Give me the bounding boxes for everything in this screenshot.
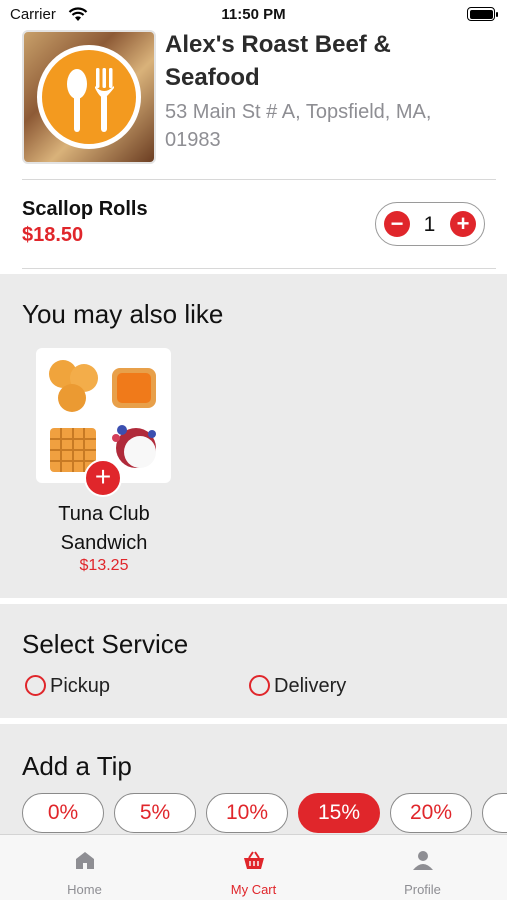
delivery-radio[interactable]: Delivery	[249, 675, 346, 698]
radio-circle-icon	[25, 675, 46, 696]
restaurant-logo	[22, 30, 156, 164]
tip-option-20[interactable]: 20%	[390, 793, 472, 833]
pickup-radio[interactable]: Pickup	[25, 675, 110, 698]
tip-option-5[interactable]: 5%	[114, 793, 196, 833]
cart-item-name: Scallop Rolls	[22, 198, 148, 220]
service-title: Select Service	[22, 629, 189, 659]
tip-option-more[interactable]	[482, 793, 507, 833]
quantity-stepper: − 1 +	[375, 202, 485, 246]
status-bar: Carrier 11:50 PM	[0, 0, 507, 30]
suggestions-title: You may also like	[22, 299, 224, 329]
service-section	[0, 604, 507, 718]
delivery-label: Delivery	[274, 675, 347, 697]
tip-option-15[interactable]: 15%	[298, 793, 380, 833]
tab-my-cart[interactable]: My Cart	[169, 835, 338, 900]
battery-icon	[467, 7, 498, 21]
tab-profile-label: Profile	[404, 882, 441, 897]
clock: 11:50 PM	[221, 6, 286, 23]
add-suggestion-button[interactable]: +	[84, 459, 122, 497]
home-icon	[76, 852, 94, 869]
suggestion-name: Tuna Club Sandwich	[58, 503, 150, 554]
suggestion-price: $13.25	[79, 557, 129, 574]
tip-title: Add a Tip	[22, 751, 132, 781]
tip-options: 0% 5% 10% 15% 20%	[22, 793, 507, 835]
restaurant-address: 53 Main St # A, Topsfield, MA, 01983	[165, 101, 432, 151]
cart-item-price: $18.50	[22, 224, 84, 246]
divider	[22, 179, 496, 180]
tab-profile[interactable]: Profile	[338, 835, 507, 900]
person-icon	[413, 851, 433, 870]
fork-spoon-icon	[67, 68, 114, 132]
divider	[22, 268, 496, 269]
tab-my-cart-label: My Cart	[230, 882, 277, 897]
pickup-label: Pickup	[50, 675, 111, 697]
restaurant-name: Alex's Roast Beef & Seafood	[165, 31, 391, 91]
tab-bar: Home My Cart Profile	[0, 834, 507, 900]
tab-home[interactable]: Home	[0, 835, 169, 900]
basket-icon	[244, 851, 264, 869]
tab-home-label: Home	[67, 882, 102, 897]
tip-option-10[interactable]: 10%	[206, 793, 288, 833]
increase-quantity-button[interactable]: +	[450, 211, 476, 237]
tip-option-0[interactable]: 0%	[22, 793, 104, 833]
radio-circle-icon	[249, 675, 270, 696]
